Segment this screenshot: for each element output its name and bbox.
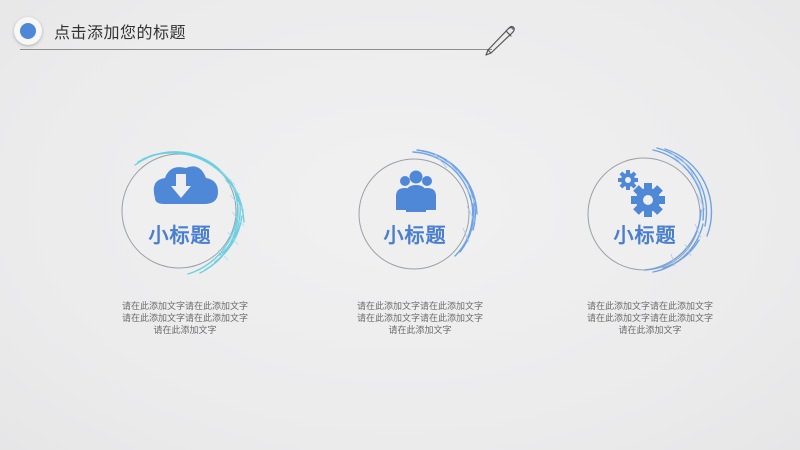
feature-body-text[interactable]: 请在此添加文字请在此添加文字请在此添加文字请在此添加文字请在此添加文字	[585, 300, 715, 336]
page-title[interactable]: 点击添加您的标题	[54, 19, 186, 43]
feature-card-2[interactable]: 小标题 请在此添加文字请在此添加文字请在此添加文字请在此添加文字请在此添加文字	[295, 140, 535, 355]
pen-icon	[485, 25, 515, 56]
slide: 点击添加您的标题 小标题 请在此添加文字请在此添加文字请在此添加文字请在此添加文…	[0, 0, 800, 450]
gears-icon	[618, 170, 665, 217]
title-bullet-icon	[14, 17, 42, 45]
title-underline	[20, 49, 492, 50]
feature-card-1[interactable]: 小标题 请在此添加文字请在此添加文字请在此添加文字请在此添加文字请在此添加文字	[60, 140, 300, 355]
feature-body-text[interactable]: 请在此添加文字请在此添加文字请在此添加文字请在此添加文字请在此添加文字	[120, 300, 250, 336]
feature-subtitle[interactable]: 小标题	[295, 219, 535, 248]
team-icon	[396, 170, 436, 212]
feature-subtitle[interactable]: 小标题	[60, 219, 300, 248]
cloud-download-icon	[153, 166, 218, 204]
feature-subtitle[interactable]: 小标题	[525, 219, 765, 248]
feature-body-text[interactable]: 请在此添加文字请在此添加文字请在此添加文字请在此添加文字请在此添加文字	[355, 300, 485, 336]
feature-card-3[interactable]: 小标题 请在此添加文字请在此添加文字请在此添加文字请在此添加文字请在此添加文字	[525, 140, 765, 355]
